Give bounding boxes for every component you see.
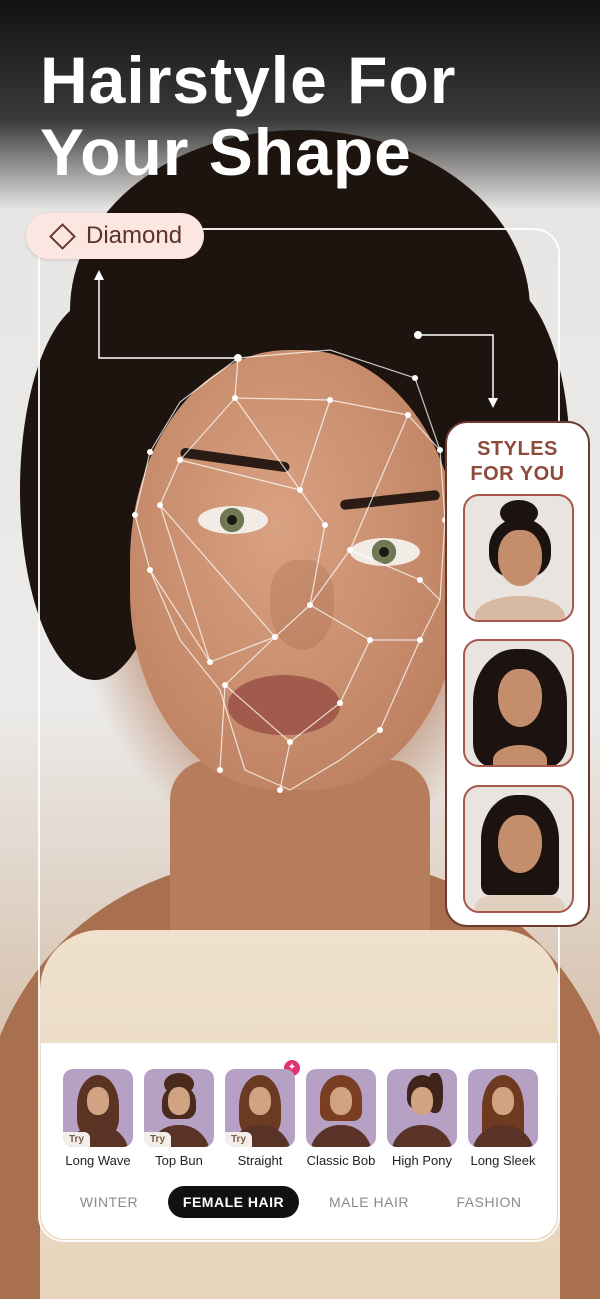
try-tag: Try: [144, 1132, 172, 1147]
tab-winter[interactable]: WINTER: [61, 1186, 157, 1218]
hairstyle-thumbnail: Try: [144, 1069, 214, 1147]
styles-for-you-title-line1: STYLES: [477, 438, 558, 460]
face-shape-chip[interactable]: Diamond: [26, 213, 204, 259]
style-suggestion-straight-bob[interactable]: [463, 785, 574, 913]
tab-female-hair[interactable]: FEMALE HAIR: [168, 1186, 299, 1218]
hairstyle-label: Long Sleek: [470, 1153, 536, 1168]
diamond-outline-icon: [49, 222, 76, 250]
hairstyle-thumbnail: Try: [63, 1069, 133, 1147]
hairstyle-item-long-wave[interactable]: Try Long Wave: [63, 1069, 135, 1168]
face-shape-label: Diamond: [86, 222, 183, 249]
hairstyle-item-straight[interactable]: Try Straight: [225, 1069, 297, 1168]
hairstyle-thumbnail: [387, 1069, 457, 1147]
hairstyle-item-long-sleek[interactable]: Long Sleek: [468, 1069, 540, 1168]
hairstyle-thumbnail: Try: [225, 1069, 295, 1147]
hairstyle-thumbnail: [306, 1069, 376, 1147]
styles-for-you-title: STYLES FOR YOU: [447, 437, 588, 487]
hairstyle-picker-panel: ✦ Try Long Wave Try Top Bun Try Straight: [41, 1043, 557, 1239]
hairstyle-thumbnail: [468, 1069, 538, 1147]
hairstyle-item-classic-bob[interactable]: Classic Bob: [306, 1069, 378, 1168]
long-wavy-portrait: [465, 641, 572, 765]
try-tag: Try: [63, 1132, 91, 1147]
try-tag: Try: [225, 1132, 253, 1147]
style-suggestion-long-wavy[interactable]: [463, 639, 574, 767]
headline-line1: Hairstyle For: [40, 43, 457, 117]
category-tabs: WINTER FEMALE HAIR MALE HAIR FASHION: [41, 1186, 557, 1218]
straight-bob-portrait: [465, 787, 572, 911]
styles-for-you-title-line2: FOR YOU: [470, 463, 565, 485]
tab-male-hair[interactable]: MALE HAIR: [316, 1186, 422, 1218]
top-bun-portrait: [465, 496, 572, 620]
style-suggestion-top-bun[interactable]: [463, 494, 574, 622]
headline: Hairstyle For Your Shape: [40, 44, 456, 188]
headline-line2: Your Shape: [40, 115, 412, 189]
tab-fashion[interactable]: FASHION: [439, 1186, 539, 1218]
hairstyle-item-high-pony[interactable]: High Pony: [387, 1069, 459, 1168]
styles-for-you-panel: STYLES FOR YOU: [445, 421, 590, 927]
hairstyle-item-top-bun[interactable]: Try Top Bun: [144, 1069, 216, 1168]
